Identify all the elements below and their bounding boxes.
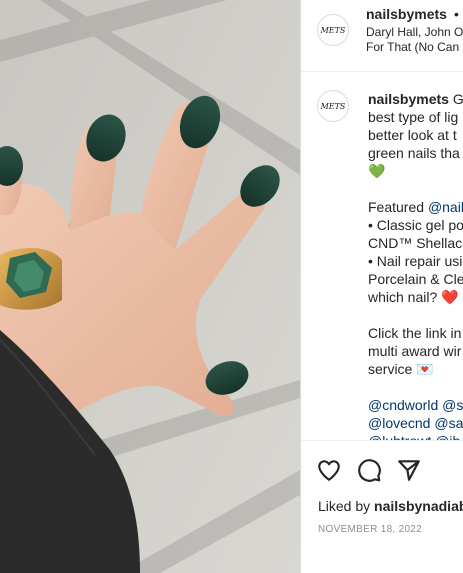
comments-area[interactable]: METS nailsbymets G best type of lig bett… <box>301 73 463 441</box>
like-button[interactable] <box>316 457 342 483</box>
follow-separator: • <box>454 6 459 22</box>
mention-link[interactable]: @lovecnd @sa <box>368 414 463 432</box>
caption-text: • Classic gel po <box>368 217 463 233</box>
share-button[interactable] <box>396 457 422 483</box>
post-caption: nailsbymets G best type of lig better lo… <box>368 90 463 440</box>
paper-plane-icon <box>398 460 420 481</box>
caption-text: which nail? <box>368 289 442 305</box>
caption-text: better look at t <box>368 127 457 143</box>
caption-text: G <box>452 91 463 107</box>
caption-text: best type of lig <box>368 109 459 125</box>
profile-avatar[interactable]: METS <box>317 14 349 46</box>
caption-text: service <box>368 361 417 377</box>
red-heart-emoji: ❤️ <box>441 289 459 305</box>
post-image[interactable] <box>0 0 300 573</box>
avatar-logo-text: METS <box>320 102 346 111</box>
comment-button[interactable] <box>356 457 382 483</box>
caption-text: green nails tha <box>368 145 460 161</box>
caption-text: Porcelain & Cle <box>368 271 463 287</box>
audio-attribution[interactable]: Daryl Hall, John O For That (No Can <box>366 25 463 55</box>
mention-link[interactable]: @cndworld @s <box>368 396 463 414</box>
caption-text: • Nail repair usi <box>368 253 463 269</box>
audio-line: For That (No Can <box>366 40 460 54</box>
caption-text: CND™ Shellac <box>368 235 463 251</box>
post-actions <box>301 453 463 487</box>
green-heart-emoji: 💚 <box>368 163 386 179</box>
gold-ring <box>0 248 62 310</box>
love-letter-emoji: 💌 <box>416 361 434 377</box>
comment-icon <box>358 459 381 482</box>
caption-username[interactable]: nailsbymets <box>368 91 449 107</box>
likes-summary[interactable]: Liked by nailsbynadiab <box>318 498 463 514</box>
caption-text: Click the link in <box>368 325 462 341</box>
mention-link[interactable]: @luhtrowt @ib <box>368 432 463 440</box>
post-photo <box>0 0 300 573</box>
caption-avatar[interactable]: METS <box>317 90 349 122</box>
liked-by-username[interactable]: nailsbynadiab <box>374 498 463 514</box>
post-header: METS nailsbymets • Daryl Hall, John O Fo… <box>301 0 463 72</box>
post-date[interactable]: NOVEMBER 18, 2022 <box>318 524 422 535</box>
audio-line: Daryl Hall, John O <box>366 25 463 39</box>
heart-outline-icon <box>318 460 340 481</box>
caption-text: multi award wir <box>368 343 462 359</box>
post-side-panel: METS nailsbymets • Daryl Hall, John O Fo… <box>300 0 463 573</box>
caption-text: Featured <box>368 199 428 215</box>
post-username[interactable]: nailsbymets <box>366 6 447 22</box>
mention-link[interactable]: @nail <box>428 199 463 215</box>
avatar-logo-text: METS <box>320 26 346 35</box>
likes-prefix: Liked by <box>318 498 375 514</box>
